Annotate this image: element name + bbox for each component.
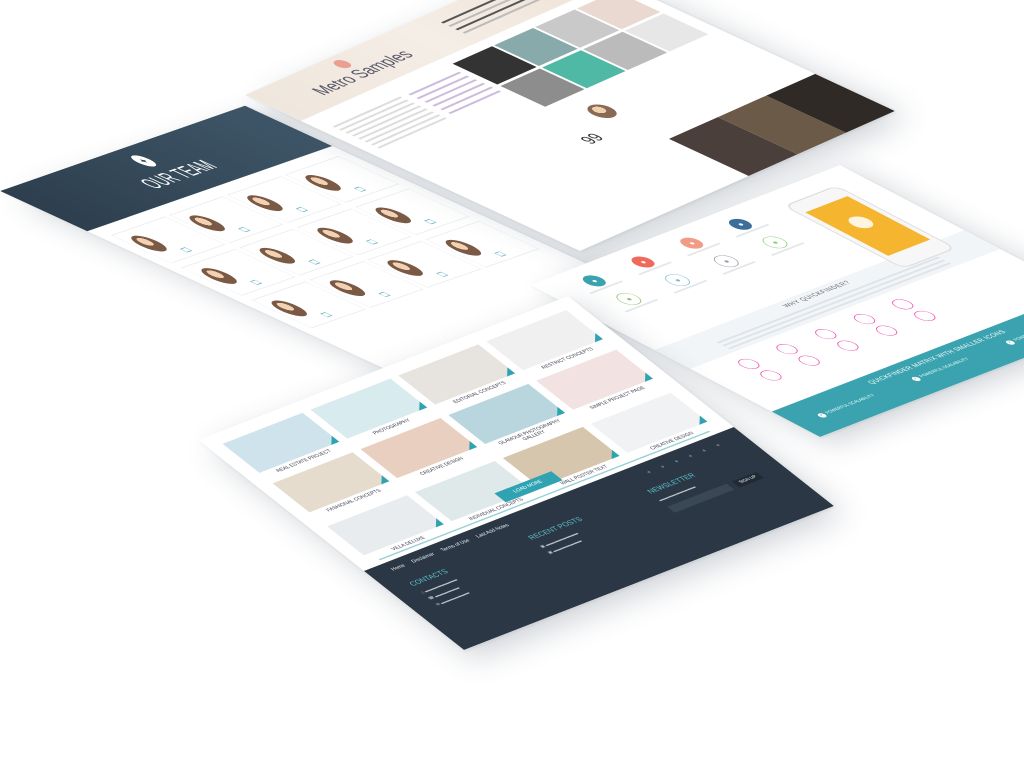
footer-link-notes[interactable]: Last Add Notes — [475, 523, 511, 539]
feature-item[interactable]: ● — [712, 212, 775, 240]
mail-icon — [320, 312, 333, 318]
heart-icon — [772, 342, 803, 356]
corner-arrow-icon — [691, 415, 708, 425]
email-field[interactable] — [667, 483, 735, 513]
mail-icon — [353, 186, 367, 192]
corner-arrow-icon — [637, 372, 653, 382]
signup-button[interactable]: SIGN UP — [732, 471, 764, 488]
mail-icon — [237, 227, 251, 233]
footer-link-terms[interactable]: Terms of Use — [440, 538, 472, 552]
app-icon — [843, 214, 879, 231]
feature-item[interactable]: ● — [566, 269, 629, 297]
image-strip — [668, 73, 895, 176]
mail-icon — [249, 279, 263, 285]
avatar — [581, 101, 623, 121]
mail-icon — [307, 259, 321, 265]
corner-arrow-icon — [587, 333, 603, 343]
avatar — [125, 233, 173, 254]
footer-link-home[interactable]: Home — [390, 563, 407, 571]
footer-link-disclaimer[interactable]: Disclaimer — [410, 552, 436, 564]
corner-arrow-icon — [323, 435, 340, 445]
feature-item[interactable]: ● — [663, 231, 726, 259]
contacts-column: CONTACTS ⌂ ▬▬▬▬▬▬▬▬ ☎ ▬▬▬▬▬▬ ✉ ▬▬▬▬▬▬▬ — [408, 568, 478, 609]
mail-icon — [378, 291, 391, 298]
feature-item[interactable]: ● — [746, 230, 810, 258]
camera-icon — [910, 308, 940, 323]
avatar — [265, 298, 313, 319]
team-badge-icon: ✦ — [127, 153, 161, 169]
mockup-stage: ✦ OUR TEAM Metro Samples 99 ● ● ● ● ● ● … — [0, 0, 1024, 765]
bulb-icon — [810, 327, 841, 342]
mail-icon — [179, 247, 193, 253]
mail-icon — [423, 219, 437, 225]
corner-arrow-icon — [428, 518, 444, 528]
mail-icon — [436, 271, 449, 277]
cup-icon — [832, 338, 863, 353]
corner-arrow-icon — [373, 475, 390, 485]
clock-icon — [794, 353, 825, 368]
mail-icon — [295, 206, 309, 213]
gift-icon — [871, 323, 902, 338]
drop-icon — [849, 312, 880, 327]
feature-item[interactable]: ● — [615, 250, 678, 278]
mail-icon — [365, 239, 379, 245]
star-icon — [887, 297, 918, 312]
pin-icon — [733, 357, 764, 371]
feature-item[interactable]: ● — [697, 249, 761, 277]
mail-icon — [493, 251, 507, 257]
quote-icon: 99 — [575, 130, 609, 147]
corner-arrow-icon — [604, 449, 620, 459]
feature-item[interactable]: ● — [649, 268, 713, 296]
corner-arrow-icon — [411, 401, 428, 411]
avatar — [195, 265, 243, 287]
corner-arrow-icon — [549, 406, 566, 416]
leaf-icon — [755, 368, 786, 383]
corner-arrow-icon — [499, 367, 516, 377]
corner-arrow-icon — [461, 441, 478, 451]
recent-posts-column: RECENT POSTS ▣ ▬▬▬▬▬▬▬▬ ▣ ▬▬▬▬▬▬▬ — [527, 516, 606, 557]
feature-item[interactable]: ● — [600, 286, 664, 314]
